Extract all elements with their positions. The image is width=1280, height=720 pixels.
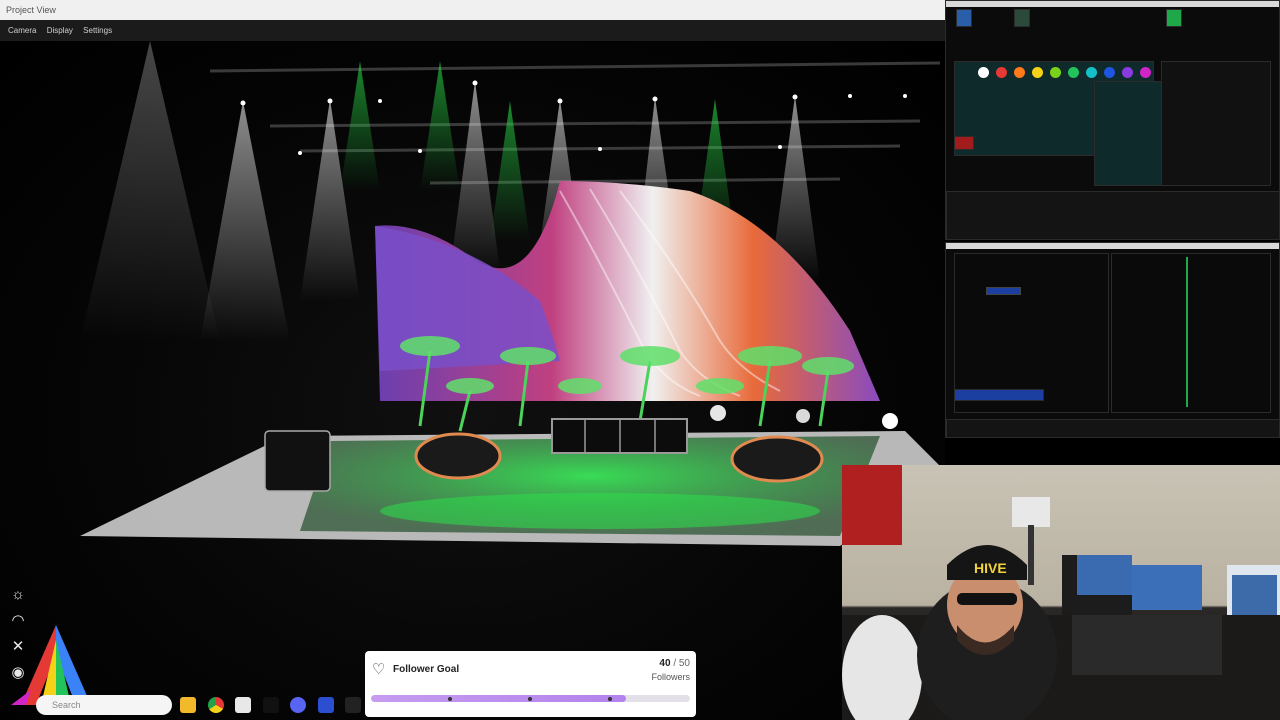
project-view-title: Project View [6,5,56,15]
color-swatch[interactable] [978,67,989,78]
stage-viewport[interactable]: ☼ ◠ ✕ ◉ [0,41,945,720]
color-swatch[interactable] [1086,67,1097,78]
console-window-top[interactable] [945,0,1280,240]
color-swatch[interactable] [1104,67,1115,78]
console-window-middle[interactable] [945,242,1280,438]
follower-goal-current: 40 [659,658,671,669]
console-strip [946,419,1279,437]
progress-milestone-marker [528,697,532,701]
color-swatch[interactable] [1050,67,1061,78]
color-swatch[interactable] [1068,67,1079,78]
color-swatch[interactable] [1122,67,1133,78]
console-panel [954,389,1044,401]
console-window-titlebar [946,243,1279,249]
console-view-button[interactable] [956,9,972,27]
console-view-button[interactable] [1014,9,1030,27]
menu-settings[interactable]: Settings [83,26,112,35]
chrome-icon[interactable] [208,697,224,713]
discord-icon[interactable] [290,697,306,713]
project-view-titlebar: Project View [0,0,945,20]
console-selection-row[interactable] [986,287,1021,295]
color-swatch[interactable] [1140,67,1151,78]
follower-goal-count: 40 / 50 [659,658,690,669]
console-panel [1111,253,1271,413]
project-view-menubar: Camera Display Settings [0,20,945,41]
color-swatch[interactable] [1014,67,1025,78]
svg-text:HIVE: HIVE [974,560,1007,576]
follower-goal-progress-fill [371,695,627,702]
follower-goal-separator: / [673,658,677,669]
console-panel [954,136,974,150]
menu-camera[interactable]: Camera [8,26,36,35]
heart-icon: ♡ [372,661,386,678]
menu-display[interactable]: Display [47,26,73,35]
follower-goal-title: Follower Goal [393,664,460,675]
stage-render [80,41,945,546]
folder-icon[interactable] [180,697,196,713]
webcam-feed: HIVE [842,465,1280,720]
progress-milestone-marker [448,697,452,701]
taskbar-search-input[interactable]: Search [36,695,172,715]
console-strip [946,191,1279,239]
taskbar: Search [0,690,365,720]
g-icon[interactable] [345,697,361,713]
progress-milestone-marker [608,697,612,701]
tiktok-icon[interactable] [263,697,279,713]
follower-goal-target: 50 [678,658,690,669]
webcam-overlay: HIVE [842,465,1280,720]
console-window-titlebar [946,1,1279,7]
console-view-button[interactable] [1166,9,1182,27]
console-panel [1161,61,1271,186]
color-swatch[interactable] [996,67,1007,78]
sun-icon[interactable]: ☼ [8,586,28,604]
app-icon[interactable] [318,697,334,713]
color-swatch[interactable] [1032,67,1043,78]
follower-goal-unit: Followers [651,672,690,682]
timeline-playhead[interactable] [1186,257,1188,407]
follower-goal-widget: ♡ Follower Goal 40 / 50 Followers [365,651,696,717]
console-panel [1094,81,1164,186]
mail-icon[interactable] [235,697,251,713]
